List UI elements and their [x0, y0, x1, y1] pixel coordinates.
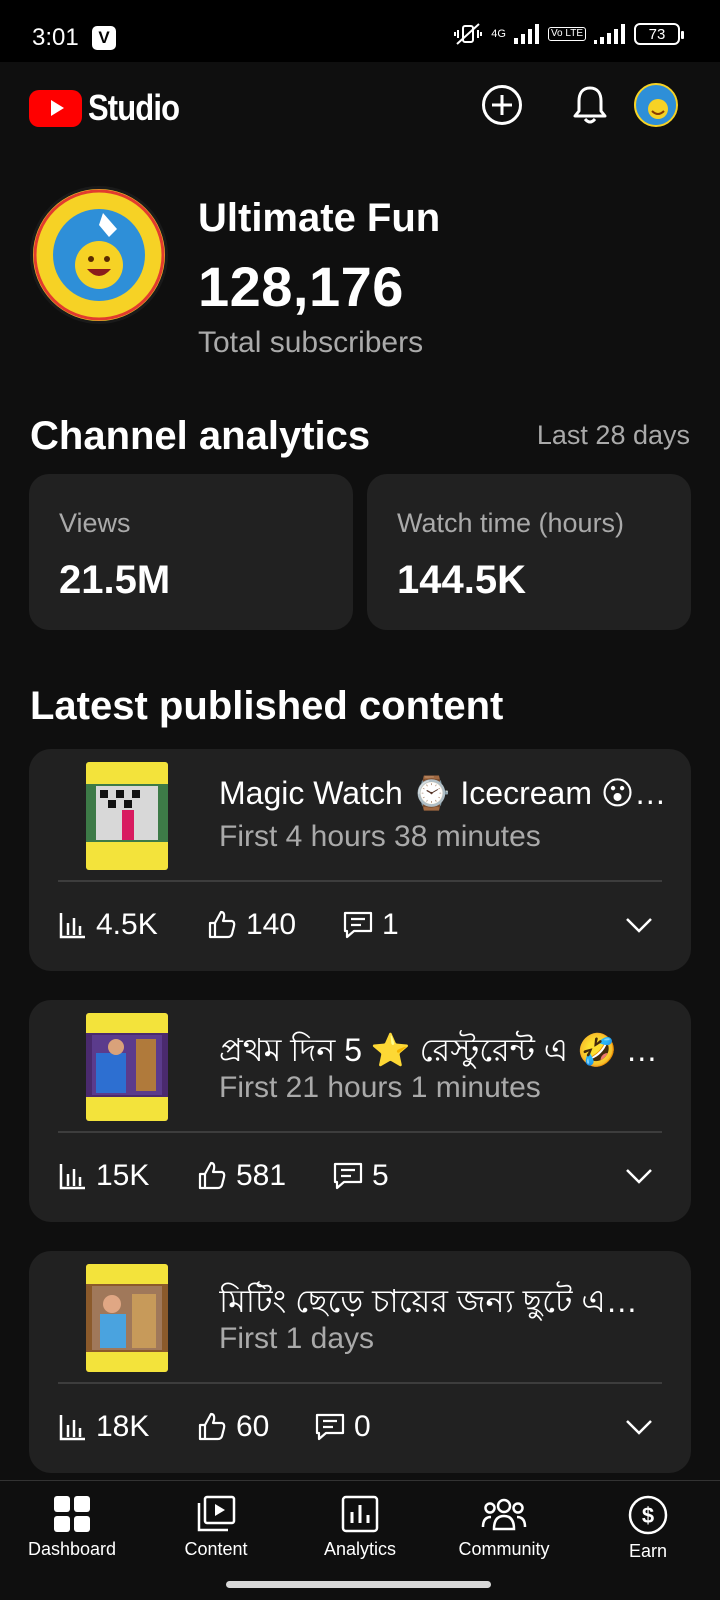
- content-icon: [197, 1495, 236, 1532]
- bell-icon: [573, 86, 607, 124]
- comments-count: 0: [354, 1410, 371, 1443]
- likes-stat: 60: [196, 1410, 314, 1444]
- metric-label: Views: [59, 508, 131, 538]
- status-bar: 3:01 V 4G Vo LTE 73: [0, 0, 720, 62]
- likes-stat: 581: [196, 1159, 332, 1193]
- thumbs-up-icon: [198, 1412, 226, 1441]
- subscriber-label: Total subscribers: [198, 326, 424, 359]
- video-stats: 18K 60 0: [58, 1407, 371, 1447]
- metric-value: 21.5M: [59, 558, 171, 602]
- views-stat: 4.5K: [58, 908, 206, 942]
- volte-badge: Vo LTE: [547, 27, 586, 41]
- channel-avatar[interactable]: [30, 186, 168, 324]
- views-count: 4.5K: [96, 908, 158, 941]
- comments-stat: 5: [332, 1159, 389, 1193]
- nav-label: Earn: [628, 1541, 668, 1561]
- analytics-title: Channel analytics: [30, 414, 371, 458]
- signal-icon-2: [594, 24, 625, 44]
- app-header: Studio: [0, 62, 720, 152]
- comment-icon: [333, 1162, 363, 1190]
- bottom-navigation: Dashboard Content Analytics Community $ …: [0, 1480, 720, 1572]
- nav-dashboard[interactable]: Dashboard: [7, 1495, 137, 1560]
- earn-icon: $: [628, 1495, 668, 1535]
- thumbs-up-icon: [198, 1161, 226, 1190]
- bar-chart-icon: [59, 1164, 85, 1190]
- nav-content[interactable]: Content: [151, 1495, 281, 1560]
- subscriber-count: 128,176: [198, 255, 404, 318]
- views-card[interactable]: Views 21.5M: [29, 474, 353, 630]
- nav-community[interactable]: Community: [439, 1495, 569, 1560]
- home-indicator[interactable]: [226, 1581, 491, 1588]
- video-thumbnail[interactable]: [86, 1013, 168, 1121]
- content-item[interactable]: প্রথম দিন 5 ⭐ রেস্টুরেন্ট এ 🤣 … First 21…: [29, 1000, 691, 1222]
- nav-label: Analytics: [323, 1539, 397, 1559]
- bar-chart-icon: [59, 913, 85, 939]
- account-avatar[interactable]: [634, 83, 678, 127]
- nav-label: Dashboard: [27, 1539, 117, 1559]
- network-type: 4G: [491, 27, 506, 40]
- comments-stat: 1: [342, 908, 399, 942]
- comment-icon: [315, 1413, 345, 1441]
- video-stats: 4.5K 140 1: [58, 905, 399, 945]
- vibrate-mute-icon: [454, 23, 483, 45]
- app-notification-icon: V: [92, 26, 116, 50]
- divider: [58, 1131, 662, 1133]
- video-timeframe: First 1 days: [219, 1322, 375, 1355]
- content-item[interactable]: Magic Watch ⌚ Icecream 😮… First 4 hours …: [29, 749, 691, 971]
- add-circle-icon: [482, 85, 522, 125]
- likes-count: 140: [246, 908, 297, 941]
- bar-chart-icon: [59, 1415, 85, 1441]
- nav-analytics[interactable]: Analytics: [295, 1495, 425, 1560]
- views-stat: 18K: [58, 1410, 196, 1444]
- chevron-down-icon[interactable]: [623, 1411, 655, 1443]
- metric-value: 144.5K: [397, 558, 526, 602]
- video-thumbnail[interactable]: [86, 762, 168, 870]
- video-title: Magic Watch ⌚ Icecream 😮…: [219, 775, 667, 811]
- nav-earn[interactable]: $ Earn: [583, 1495, 713, 1562]
- status-icons: 4G Vo LTE 73: [453, 22, 684, 46]
- chevron-down-icon[interactable]: [623, 1160, 655, 1192]
- divider: [58, 880, 662, 882]
- youtube-studio-logo[interactable]: Studio: [29, 87, 194, 129]
- likes-count: 60: [236, 1410, 270, 1443]
- comment-icon: [343, 911, 373, 939]
- create-button[interactable]: [479, 82, 525, 128]
- watch-time-card[interactable]: Watch time (hours) 144.5K: [367, 474, 691, 630]
- analytics-icon: [341, 1495, 379, 1533]
- nav-label: Community: [458, 1539, 550, 1559]
- video-timeframe: First 21 hours 1 minutes: [219, 1071, 541, 1104]
- comments-count: 1: [382, 908, 399, 941]
- comments-stat: 0: [314, 1410, 371, 1444]
- channel-name: Ultimate Fun: [198, 196, 441, 240]
- views-count: 15K: [96, 1159, 150, 1192]
- nav-label: Content: [184, 1539, 248, 1559]
- dashboard-icon: [54, 1496, 90, 1532]
- youtube-play-icon: [29, 89, 82, 127]
- signal-icon: [513, 24, 539, 44]
- video-stats: 15K 581 5: [58, 1156, 389, 1196]
- divider: [58, 1382, 662, 1384]
- analytics-period: Last 28 days: [536, 420, 690, 450]
- likes-count: 581: [236, 1159, 287, 1192]
- thumbs-up-icon: [208, 910, 236, 939]
- video-timeframe: First 4 hours 38 minutes: [219, 820, 541, 853]
- likes-stat: 140: [206, 908, 342, 942]
- chevron-down-icon[interactable]: [623, 909, 655, 941]
- content-item[interactable]: মিটিং ছেড়ে চায়ের জন্য ছুটে এ… First 1 …: [29, 1251, 691, 1473]
- battery-icon: 73: [634, 23, 684, 45]
- views-stat: 15K: [58, 1159, 196, 1193]
- status-time: 3:01: [32, 24, 79, 51]
- latest-content-title: Latest published content: [30, 684, 504, 728]
- video-thumbnail[interactable]: [86, 1264, 168, 1372]
- views-count: 18K: [96, 1410, 150, 1443]
- metric-label: Watch time (hours): [397, 508, 625, 538]
- notifications-button[interactable]: [567, 82, 613, 128]
- comments-count: 5: [372, 1159, 389, 1192]
- community-icon: [481, 1498, 527, 1531]
- app-name: Studio: [88, 87, 180, 128]
- svg-text:$: $: [642, 1503, 654, 1528]
